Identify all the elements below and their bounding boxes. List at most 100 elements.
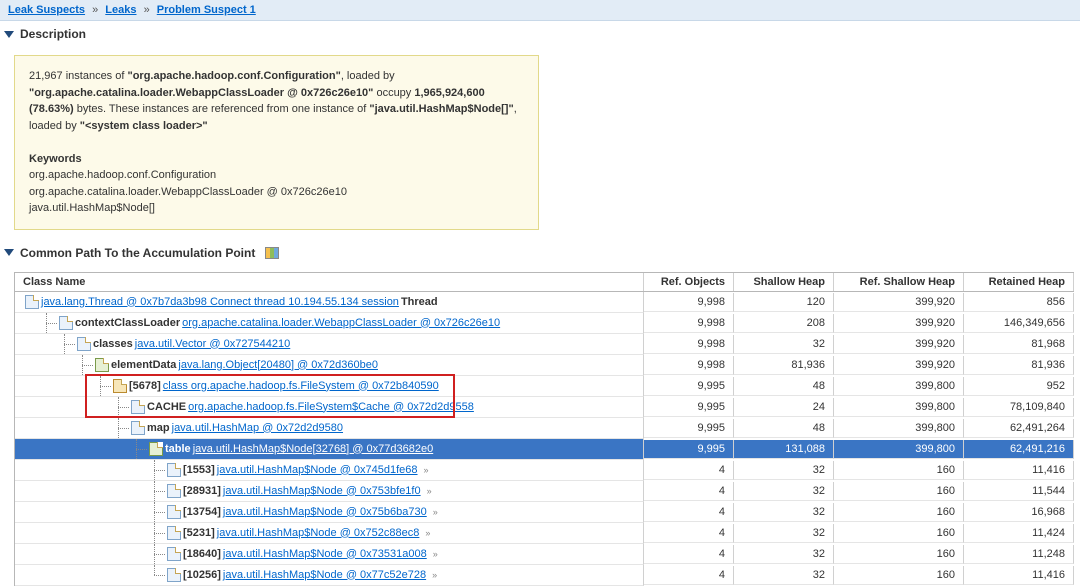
col-refobjects[interactable]: Ref. Objects [644,273,734,291]
cell-ret: 11,544 [964,482,1074,501]
txt: occupy [373,87,414,99]
node-link[interactable]: java.util.HashMap$Node[32768] @ 0x77d368… [193,443,434,455]
cell-ret: 11,416 [964,566,1074,585]
table-row[interactable]: map java.util.HashMap @ 0x72d2d95809,995… [15,418,1074,439]
cell-sh: 32 [734,335,834,354]
breadcrumb-link-1[interactable]: Leaks [105,4,136,16]
cell-ref: 4 [644,524,734,543]
cell-ret: 11,416 [964,461,1074,480]
node-link[interactable]: java.util.HashMap @ 0x72d2d9580 [172,422,343,434]
class-name: "org.apache.hadoop.conf.Configuration" [127,70,340,82]
keyword: java.util.HashMap$Node[] [29,200,524,217]
breadcrumb: Leak Suspects » Leaks » Problem Suspect … [0,0,1080,21]
expand-hint-icon: » [428,570,437,580]
expand-hint-icon: » [429,549,438,559]
table-row[interactable]: [1553] java.util.HashMap$Node @ 0x745d1f… [15,460,1074,481]
cell-ref: 9,995 [644,440,734,459]
expand-hint-icon: » [429,507,438,517]
cell-ret: 62,491,216 [964,440,1074,459]
ref-class: "java.util.HashMap$Node[]" [369,103,513,115]
node-link[interactable]: org.apache.catalina.loader.WebappClassLo… [182,317,500,329]
cell-ret: 11,248 [964,545,1074,564]
node-link[interactable]: org.apache.hadoop.fs.FileSystem$Cache @ … [188,401,474,413]
cell-rsh: 399,920 [834,314,964,333]
node-field-name: [18640] [183,548,221,560]
node-field-name: classes [93,338,133,350]
table-row[interactable]: [10256] java.util.HashMap$Node @ 0x77c52… [15,565,1074,586]
cell-ret: 81,968 [964,335,1074,354]
cell-sh: 32 [734,545,834,564]
cell-ref: 9,995 [644,377,734,396]
section-description-header[interactable]: Description [0,21,1080,45]
table-row[interactable]: CACHE org.apache.hadoop.fs.FileSystem$Ca… [15,397,1074,418]
expand-hint-icon: » [421,528,430,538]
object-icon [167,526,181,540]
breadcrumb-link-2[interactable]: Problem Suspect 1 [157,4,256,16]
cell-ret: 11,424 [964,524,1074,543]
table-row[interactable]: [5678] class org.apache.hadoop.fs.FileSy… [15,376,1074,397]
txt: , loaded by [341,70,395,82]
cell-ref: 4 [644,545,734,564]
breadcrumb-sep: » [88,4,102,16]
node-link[interactable]: java.util.HashMap$Node @ 0x745d1fe68 [217,464,418,476]
node-field-name: CACHE [147,401,186,413]
object-icon [167,484,181,498]
breadcrumb-link-0[interactable]: Leak Suspects [8,4,85,16]
section-title: Common Path To the Accumulation Point [20,246,255,260]
description-paragraph: 21,967 instances of "org.apache.hadoop.c… [29,68,524,134]
node-link[interactable]: class org.apache.hadoop.fs.FileSystem @ … [163,380,439,392]
node-link[interactable]: java.lang.Thread @ 0x7b7da3b98 Connect t… [41,296,399,308]
node-link[interactable]: java.lang.Object[20480] @ 0x72d360be0 [178,359,378,371]
cell-ret: 146,349,656 [964,314,1074,333]
cell-sh: 32 [734,461,834,480]
node-link[interactable]: java.util.HashMap$Node @ 0x752c88ec8 [217,527,420,539]
twisty-down-icon [4,31,14,38]
table-row[interactable]: [28931] java.util.HashMap$Node @ 0x753bf… [15,481,1074,502]
cell-rsh: 399,920 [834,356,964,375]
cell-sh: 32 [734,503,834,522]
node-link[interactable]: java.util.HashMap$Node @ 0x753bfe1f0 [223,485,421,497]
object-icon [167,547,181,561]
table-row[interactable]: classes java.util.Vector @ 0x7275442109,… [15,334,1074,355]
cell-rsh: 399,800 [834,419,964,438]
node-link[interactable]: java.util.Vector @ 0x727544210 [135,338,291,350]
cell-ref: 4 [644,566,734,585]
cell-rsh: 399,920 [834,335,964,354]
txt: bytes. These instances are referenced fr… [74,103,370,115]
cell-ret: 856 [964,293,1074,312]
twisty-down-icon [4,249,14,256]
object-icon [131,421,145,435]
cell-sh: 81,936 [734,356,834,375]
node-link[interactable]: java.util.HashMap$Node @ 0x75b6ba730 [223,506,427,518]
node-link[interactable]: java.util.HashMap$Node @ 0x73531a008 [223,548,427,560]
table-row[interactable]: [5231] java.util.HashMap$Node @ 0x752c88… [15,523,1074,544]
cell-ref: 9,998 [644,314,734,333]
table-row[interactable]: [13754] java.util.HashMap$Node @ 0x75b6b… [15,502,1074,523]
col-retainedheap[interactable]: Retained Heap [964,273,1074,291]
table-row[interactable]: elementData java.lang.Object[20480] @ 0x… [15,355,1074,376]
tree-table: Class Name Ref. Objects Shallow Heap Ref… [14,272,1074,586]
node-field-name: [10256] [183,569,221,581]
object-icon [77,337,91,351]
table-row[interactable]: contextClassLoader org.apache.catalina.l… [15,313,1074,334]
class-icon [113,379,127,393]
node-label-suffix: Thread [401,296,438,308]
table-row[interactable]: java.lang.Thread @ 0x7b7da3b98 Connect t… [15,292,1074,313]
node-link[interactable]: java.util.HashMap$Node @ 0x77c52e728 [223,569,426,581]
table-row[interactable]: [18640] java.util.HashMap$Node @ 0x73531… [15,544,1074,565]
cell-sh: 24 [734,398,834,417]
col-classname[interactable]: Class Name [15,273,644,291]
cell-ref: 9,998 [644,356,734,375]
cell-rsh: 160 [834,545,964,564]
section-commonpath-header[interactable]: Common Path To the Accumulation Point [0,240,1080,264]
object-icon [167,568,181,582]
table-header-row: Class Name Ref. Objects Shallow Heap Ref… [15,273,1074,292]
array-icon [149,442,163,456]
table-row[interactable]: table java.util.HashMap$Node[32768] @ 0x… [15,439,1074,460]
cell-ref: 9,998 [644,293,734,312]
description-box: 21,967 instances of "org.apache.hadoop.c… [14,55,539,230]
col-shallowheap[interactable]: Shallow Heap [734,273,834,291]
col-refshallowheap[interactable]: Ref. Shallow Heap [834,273,964,291]
chart-icon[interactable] [265,247,279,259]
cell-sh: 32 [734,566,834,585]
